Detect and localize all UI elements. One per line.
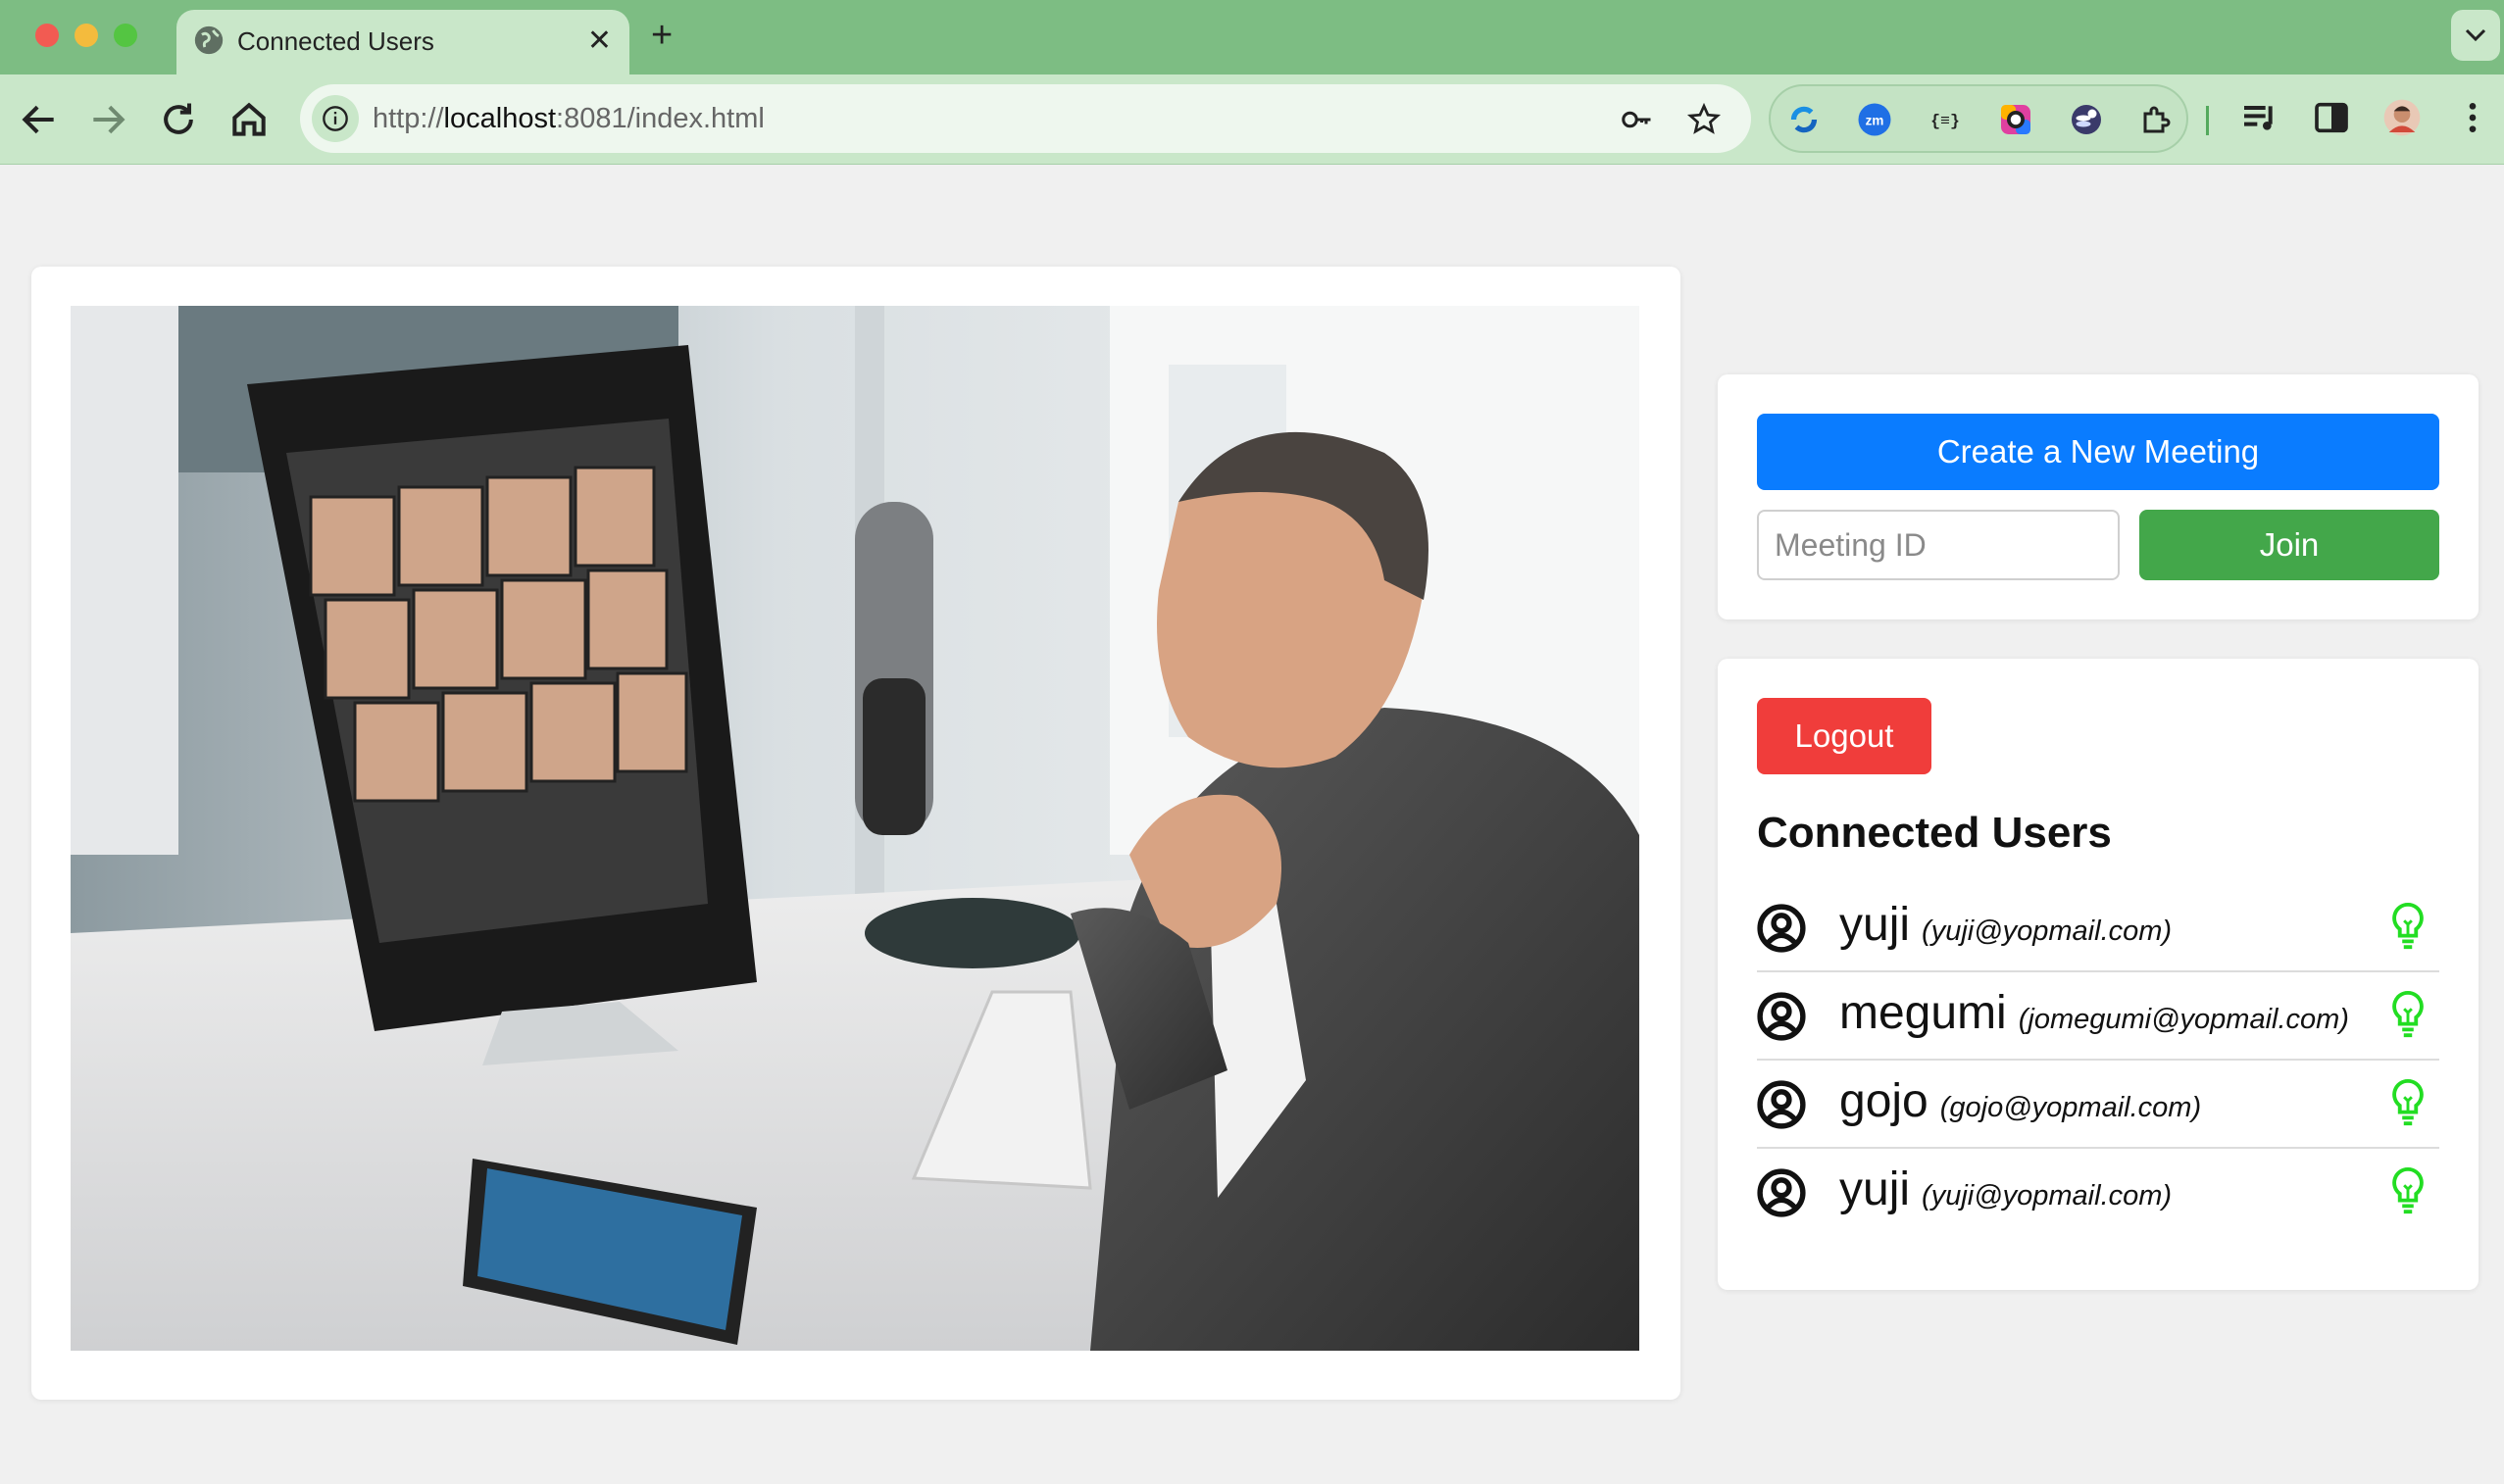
toolbar-separator: [2206, 106, 2209, 135]
user-avatar-icon: [1757, 1168, 1806, 1217]
list-item: yuji (yuji@yopmail.com): [1757, 884, 2439, 972]
minimize-window-button[interactable]: [75, 24, 98, 47]
extensions-area: zm {≡}: [1769, 84, 2188, 153]
svg-text:{≡}: {≡}: [1930, 112, 1960, 130]
online-bulb-icon: [2392, 1078, 2424, 1126]
tab-search-button[interactable]: [2451, 10, 2500, 61]
video-call-illustration: [71, 306, 1639, 1351]
storage-extension-icon[interactable]: [2069, 102, 2104, 137]
user-label: yuji (yuji@yopmail.com): [1839, 1162, 2172, 1217]
puzzle-extensions-icon[interactable]: [2139, 102, 2175, 137]
list-item: yuji (yuji@yopmail.com): [1757, 1149, 2439, 1237]
user-avatar-icon: [1757, 904, 1806, 953]
create-meeting-button[interactable]: Create a New Meeting: [1757, 414, 2439, 490]
meeting-id-input[interactable]: [1757, 510, 2120, 580]
info-icon: [323, 106, 348, 131]
address-bar[interactable]: http://localhost:8081/index.html: [300, 84, 1751, 153]
tab-title: Connected Users: [237, 26, 434, 56]
logout-button[interactable]: Logout: [1757, 698, 1931, 774]
back-arrow-icon[interactable]: [18, 98, 61, 141]
user-name: megumi: [1839, 987, 2007, 1039]
user-list: yuji (yuji@yopmail.com) megumi (jomegumi@y…: [1757, 884, 2439, 1237]
online-bulb-icon: [2392, 990, 2424, 1038]
chevron-down-icon: [2465, 28, 2486, 42]
json-formatter-extension-icon[interactable]: {≡}: [1928, 102, 1963, 137]
url-text[interactable]: http://localhost:8081/index.html: [373, 102, 765, 135]
password-key-icon[interactable]: [1620, 102, 1655, 137]
browser-tab-bar: Connected Users ✕ +: [0, 0, 2504, 74]
kebab-menu-icon[interactable]: [2453, 98, 2492, 137]
connected-users-card: Logout Connected Users yuji (yuji@yopmail…: [1718, 659, 2479, 1290]
browser-toolbar: http://localhost:8081/index.html zm {≡}: [0, 74, 2504, 165]
tab-close-icon[interactable]: ✕: [587, 22, 612, 61]
svg-text:zm: zm: [1866, 113, 1884, 127]
join-button[interactable]: Join: [2139, 510, 2439, 580]
close-window-button[interactable]: [35, 24, 59, 47]
browser-tab-active[interactable]: Connected Users ✕: [176, 10, 629, 74]
video-call-photo: [71, 306, 1639, 1351]
user-email: (yuji@yopmail.com): [1922, 1180, 2173, 1212]
side-panel-icon[interactable]: [2312, 98, 2351, 137]
user-email: (jomegumi@yopmail.com): [2018, 1004, 2349, 1035]
user-label: gojo (gojo@yopmail.com): [1839, 1074, 2201, 1129]
url-scheme: http://: [373, 103, 444, 134]
zoom-extension-icon[interactable]: zm: [1857, 102, 1892, 137]
hero-card: [31, 267, 1680, 1400]
user-email: (yuji@yopmail.com): [1922, 915, 2173, 947]
home-icon[interactable]: [227, 98, 271, 141]
color-picker-extension-icon[interactable]: [1998, 102, 2033, 137]
meeting-card: Create a New Meeting Join: [1718, 374, 2479, 619]
url-host: localhost: [443, 103, 557, 134]
user-avatar-icon: [1757, 1080, 1806, 1129]
sync-extension-icon[interactable]: [1786, 102, 1822, 137]
user-label: yuji (yuji@yopmail.com): [1839, 898, 2172, 953]
site-info-button[interactable]: [312, 95, 359, 142]
user-label: megumi (jomegumi@yopmail.com): [1839, 986, 2349, 1041]
list-item: megumi (jomegumi@yopmail.com): [1757, 972, 2439, 1061]
new-tab-button[interactable]: +: [651, 14, 673, 57]
user-name: yuji: [1839, 899, 1911, 951]
list-item: gojo (gojo@yopmail.com): [1757, 1061, 2439, 1149]
profile-avatar-icon[interactable]: [2382, 98, 2422, 137]
media-playlist-icon[interactable]: [2239, 98, 2279, 137]
maximize-window-button[interactable]: [114, 24, 137, 47]
online-bulb-icon: [2392, 1166, 2424, 1214]
user-avatar-icon: [1757, 992, 1806, 1041]
user-email: (gojo@yopmail.com): [1939, 1092, 2202, 1123]
user-name: yuji: [1839, 1163, 1911, 1215]
bookmark-star-icon[interactable]: [1686, 102, 1722, 137]
reload-icon[interactable]: [157, 98, 200, 141]
forward-arrow-icon[interactable]: [86, 98, 129, 141]
globe-icon: [194, 25, 224, 55]
user-name: gojo: [1839, 1075, 1928, 1127]
online-bulb-icon: [2392, 902, 2424, 950]
url-path: :8081/index.html: [556, 103, 765, 134]
connected-users-title: Connected Users: [1757, 809, 2112, 857]
